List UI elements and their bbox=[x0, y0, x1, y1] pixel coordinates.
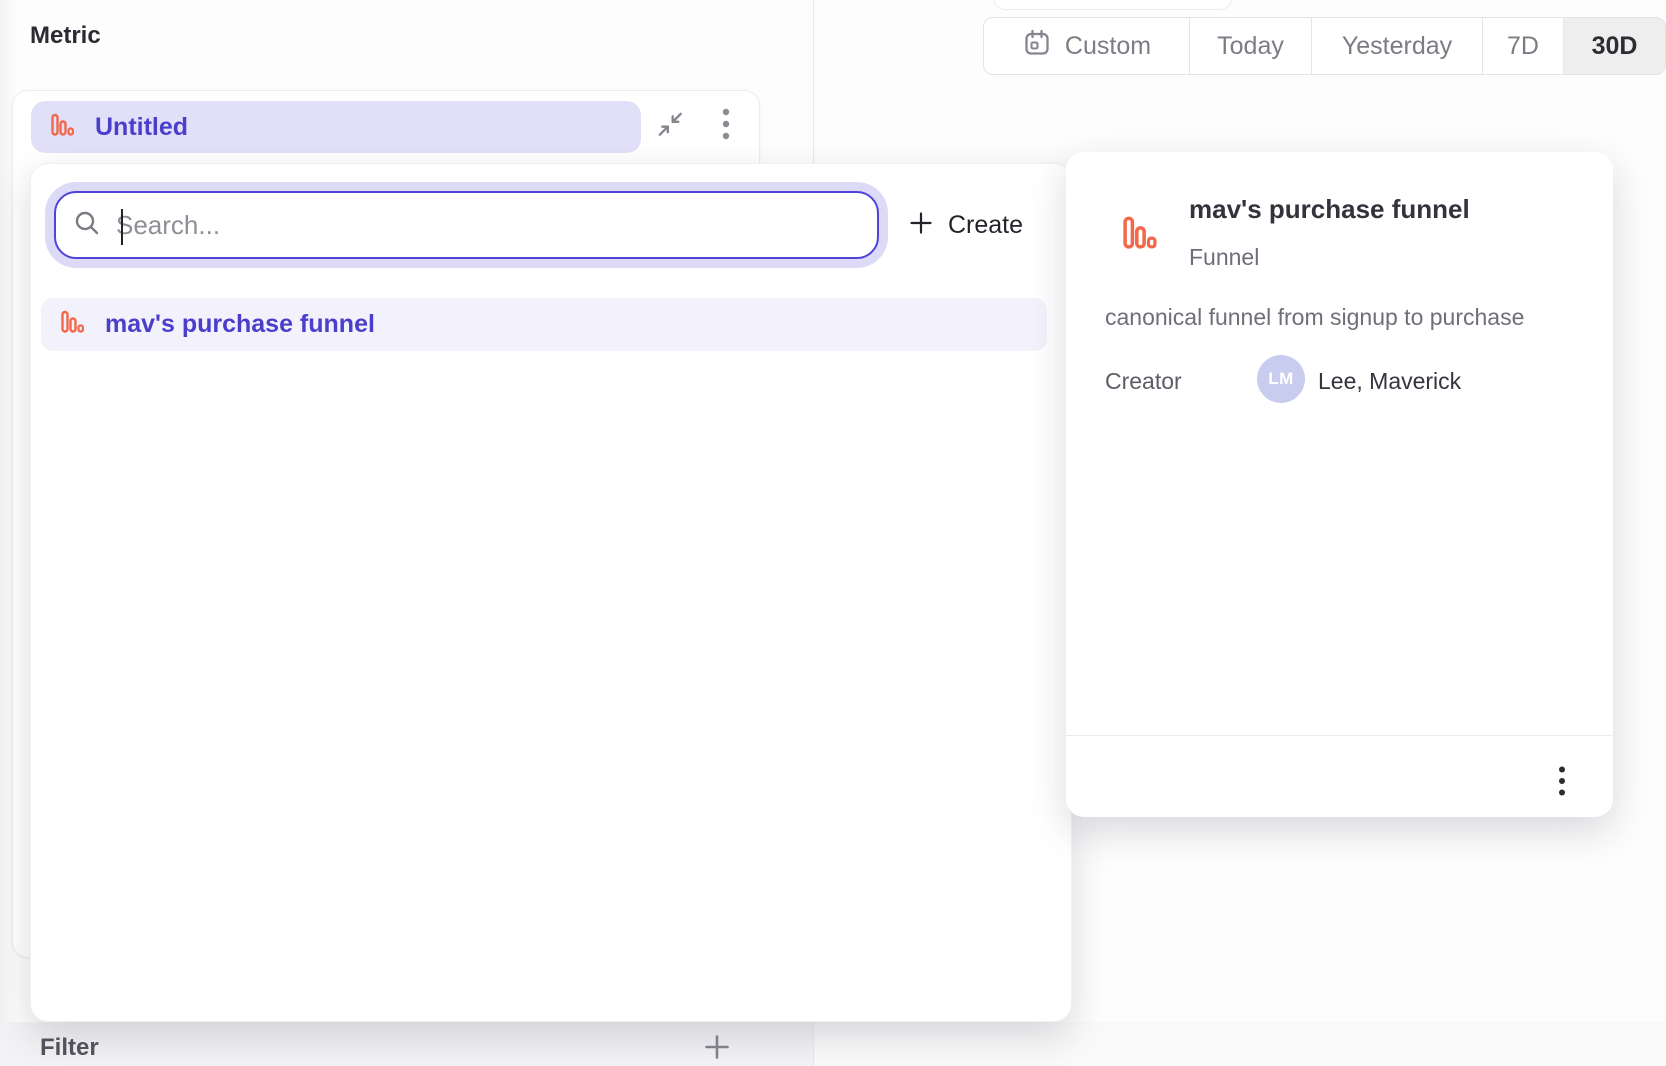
date-range-control: Custom Today Yesterday 7D 30D bbox=[983, 17, 1666, 75]
kebab-menu-icon bbox=[1557, 765, 1567, 802]
metric-picker-panel: Create mav's purchase funnel bbox=[30, 163, 1072, 1022]
date-option-today[interactable]: Today bbox=[1190, 18, 1312, 74]
metric-more-options-button[interactable] bbox=[705, 103, 747, 149]
text-cursor bbox=[121, 209, 123, 245]
cutoff-toolbar-edge bbox=[993, 0, 1232, 10]
result-metric-name: mav's purchase funnel bbox=[105, 310, 375, 339]
detail-metric-title: mav's purchase funnel bbox=[1189, 194, 1470, 225]
collapse-arrows-icon bbox=[655, 109, 685, 144]
date-option-custom[interactable]: Custom bbox=[984, 18, 1190, 74]
funnel-metric-icon bbox=[49, 112, 75, 143]
detail-metric-description: canonical funnel from signup to purchase bbox=[1105, 304, 1575, 331]
plus-icon bbox=[908, 210, 934, 241]
metric-search-input[interactable] bbox=[102, 193, 877, 257]
creator-avatar: LM bbox=[1257, 355, 1305, 403]
selected-metric-name: Untitled bbox=[95, 113, 188, 142]
date-option-label: 7D bbox=[1507, 32, 1539, 61]
collapse-metric-button[interactable] bbox=[647, 103, 693, 149]
date-option-label: 30D bbox=[1592, 32, 1638, 61]
insights-query-builder-screen: Metric Custom Today Yesterday 7D 30D bbox=[0, 0, 1666, 1066]
kebab-menu-icon bbox=[721, 107, 731, 146]
detail-metric-type: Funnel bbox=[1189, 244, 1259, 271]
creator-label: Creator bbox=[1105, 368, 1182, 395]
selected-metric-row[interactable]: Untitled bbox=[31, 101, 641, 153]
plus-icon bbox=[702, 1032, 732, 1066]
create-metric-button[interactable]: Create bbox=[898, 195, 1033, 255]
date-option-30d-selected[interactable]: 30D bbox=[1564, 18, 1665, 74]
date-option-7d[interactable]: 7D bbox=[1483, 18, 1564, 74]
date-option-label: Yesterday bbox=[1342, 32, 1452, 61]
create-label: Create bbox=[948, 211, 1023, 240]
metric-search-result[interactable]: mav's purchase funnel bbox=[41, 298, 1047, 351]
filter-section-background bbox=[0, 1022, 813, 1066]
date-option-yesterday[interactable]: Yesterday bbox=[1312, 18, 1483, 74]
detail-card-divider bbox=[1066, 735, 1613, 736]
metric-section-label: Metric bbox=[30, 22, 101, 50]
detail-more-options-button[interactable] bbox=[1539, 760, 1585, 806]
filter-section-label: Filter bbox=[40, 1034, 99, 1062]
calendar-icon bbox=[1022, 28, 1052, 65]
add-filter-button[interactable] bbox=[698, 1030, 736, 1066]
bottom-right-background bbox=[814, 1022, 1666, 1066]
funnel-metric-icon bbox=[1120, 214, 1158, 257]
metric-detail-card: mav's purchase funnel Funnel canonical f… bbox=[1066, 152, 1613, 817]
date-option-label: Custom bbox=[1065, 32, 1151, 61]
funnel-metric-icon bbox=[59, 309, 85, 340]
date-option-label: Today bbox=[1217, 32, 1284, 61]
creator-name: Lee, Maverick bbox=[1318, 368, 1461, 395]
metric-search-box bbox=[54, 191, 879, 259]
search-icon bbox=[56, 208, 102, 243]
